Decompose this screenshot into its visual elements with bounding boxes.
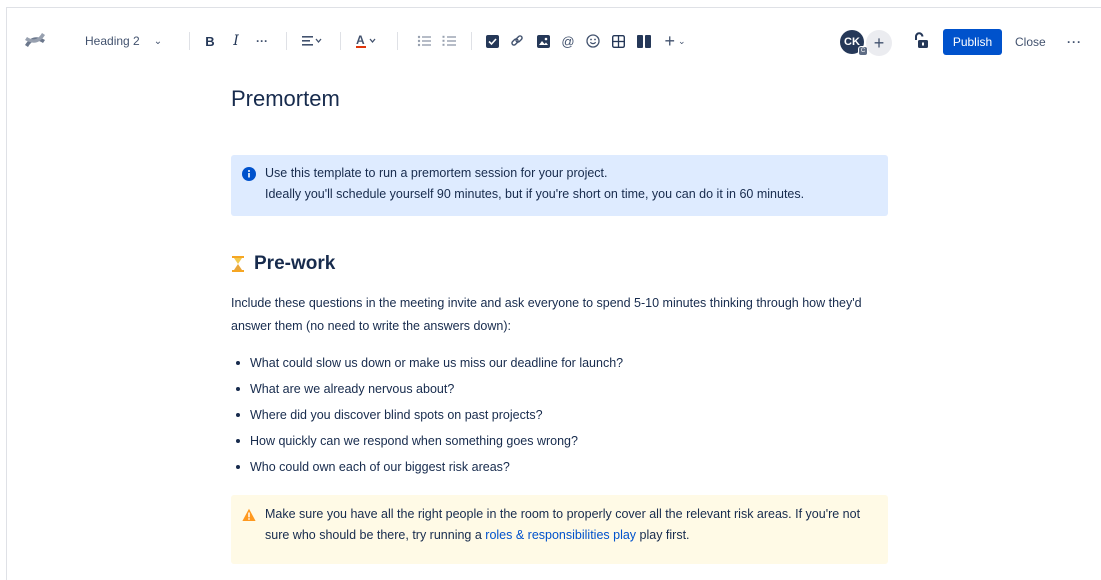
more-actions-button[interactable]: ··· (1067, 29, 1082, 55)
hourglass-icon (232, 256, 244, 272)
info-panel-text: Use this template to run a premortem ses… (265, 163, 804, 205)
plus-icon: + (664, 30, 675, 51)
bullet-icon (236, 361, 240, 365)
chevron-down-icon: ⌄ (153, 35, 163, 47)
list-item[interactable]: Where did you discover blind spots on pa… (236, 402, 623, 428)
numbered-list-button[interactable] (441, 30, 457, 52)
italic-button[interactable]: I (229, 30, 243, 52)
info-line-1: Use this template to run a premortem ses… (265, 166, 608, 180)
list-item[interactable]: What are we already nervous about? (236, 376, 623, 402)
section-heading[interactable]: Pre-work (231, 253, 335, 275)
questions-list: What could slow us down or make us miss … (236, 350, 623, 480)
info-line-2: Ideally you'll schedule yourself 90 minu… (265, 187, 805, 201)
section-heading-text: Pre-work (254, 253, 336, 274)
link-button[interactable] (509, 30, 525, 52)
columns-layout-icon (637, 34, 651, 48)
bold-button[interactable]: B (203, 30, 217, 52)
insert-more-dropdown[interactable]: + ⌄ (661, 30, 689, 52)
toolbar-divider (471, 32, 472, 50)
bullet-list-icon (417, 35, 431, 47)
list-item[interactable]: What could slow us down or make us miss … (236, 350, 623, 376)
toolbar-divider (286, 32, 287, 50)
warning-panel[interactable]: Make sure you have all the right people … (231, 495, 888, 564)
table-icon (611, 34, 625, 48)
warning-panel-text: Make sure you have all the right people … (265, 504, 875, 546)
text-color-dropdown[interactable]: A (353, 30, 381, 52)
info-icon (242, 167, 256, 181)
list-item[interactable]: Who could own each of our biggest risk a… (236, 454, 623, 480)
alignment-dropdown[interactable] (299, 30, 325, 52)
text-color-icon: A (356, 33, 376, 48)
mention-button[interactable]: @ (560, 30, 576, 52)
page-title[interactable]: Premortem (231, 86, 340, 112)
image-icon (536, 34, 550, 48)
bullet-icon (236, 465, 240, 469)
list-item[interactable]: How quickly can we respond when somethin… (236, 428, 623, 454)
text-style-label: Heading 2 (85, 34, 140, 48)
bullet-icon (236, 387, 240, 391)
toolbar-divider (189, 32, 190, 50)
smiley-icon (586, 34, 600, 48)
image-button[interactable] (535, 30, 551, 52)
editor-toolbar: Heading 2 ⌄ B I ··· A @ + ⌄ CK C + Publi… (7, 8, 1101, 74)
warning-icon (242, 508, 256, 521)
info-panel[interactable]: Use this template to run a premortem ses… (231, 155, 888, 216)
publish-button[interactable]: Publish (943, 29, 1002, 55)
warning-text-after: play first. (636, 528, 690, 542)
more-formatting-button[interactable]: ··· (254, 30, 270, 52)
roles-responsibilities-link[interactable]: roles & responsibilities play (485, 528, 636, 542)
align-left-icon (302, 36, 322, 46)
emoji-button[interactable] (585, 30, 601, 52)
table-button[interactable] (610, 30, 626, 52)
intro-paragraph[interactable]: Include these questions in the meeting i… (231, 292, 871, 338)
list-item-text: Where did you discover blind spots on pa… (250, 408, 543, 422)
bullet-icon (236, 413, 240, 417)
editor-frame: Heading 2 ⌄ B I ··· A @ + ⌄ CK C + Publi… (6, 7, 1101, 580)
numbered-list-icon (442, 35, 456, 46)
bullet-icon (236, 439, 240, 443)
at-icon: @ (561, 33, 575, 49)
checkbox-icon (485, 34, 499, 48)
bullet-list-button[interactable] (416, 30, 432, 52)
chevron-down-icon: ⌄ (677, 35, 686, 46)
toolbar-divider (397, 32, 398, 50)
list-item-text: What are we already nervous about? (250, 382, 455, 396)
layouts-button[interactable] (635, 30, 653, 52)
link-icon (511, 35, 523, 46)
action-item-button[interactable] (484, 30, 500, 52)
toolbar-divider (340, 32, 341, 50)
list-item-text: What could slow us down or make us miss … (250, 356, 624, 370)
invite-button[interactable]: + (866, 30, 892, 56)
close-button[interactable]: Close (1015, 29, 1046, 55)
svg-text:A: A (356, 33, 365, 47)
unlock-icon[interactable] (913, 32, 929, 50)
list-item-text: Who could own each of our biggest risk a… (250, 460, 510, 474)
text-style-dropdown[interactable]: Heading 2 ⌄ (85, 30, 173, 52)
list-item-text: How quickly can we respond when somethin… (250, 434, 578, 448)
confluence-logo-icon[interactable] (24, 31, 46, 49)
